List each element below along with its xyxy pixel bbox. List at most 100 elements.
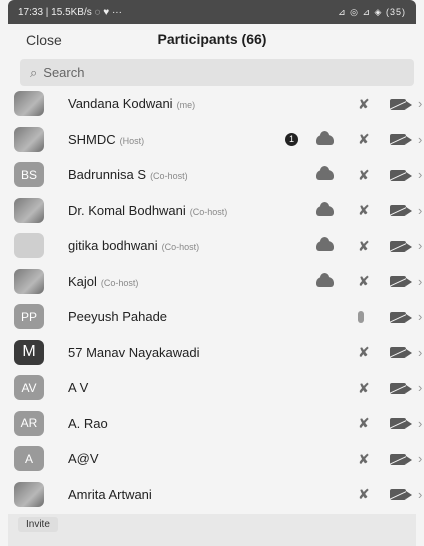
page-title: Participants (66) — [157, 31, 267, 47]
chevron-right-icon[interactable]: › — [418, 309, 422, 324]
participant-name: SHMDC — [68, 131, 116, 147]
participant-row[interactable]: PP Peeyush Pahade › — [0, 300, 424, 335]
participant-name: Dr. Komal Bodhwani — [68, 202, 186, 218]
participant-role: (Co-host) — [161, 242, 200, 252]
chevron-right-icon[interactable]: › — [418, 238, 422, 253]
participant-name: Kajol — [68, 273, 97, 289]
camera-off-icon[interactable] — [390, 416, 412, 432]
participant-name-container: Dr. Komal Bodhwani (Co-host) — [68, 203, 227, 218]
participant-name: Vandana Kodwani — [68, 96, 173, 111]
microphone-muted-icon[interactable]: ✘ — [358, 486, 370, 503]
participant-name-container: Kajol (Co-host) — [68, 274, 138, 289]
participant-role: (Co-host) — [189, 206, 228, 217]
raised-hand-badge: 1 — [285, 132, 298, 146]
participant-row[interactable]: gitika bodhwani (Co-host) ✘ › — [0, 229, 424, 264]
avatar: A — [14, 446, 44, 471]
microphone-muted-icon[interactable]: ✘ — [358, 131, 370, 148]
camera-off-icon[interactable] — [390, 380, 412, 396]
chevron-right-icon[interactable]: › — [418, 274, 422, 289]
participant-name: Badrunnisa S — [68, 167, 147, 182]
bottom-bar: Invite — [8, 514, 416, 546]
participant-row[interactable]: Dr. Komal Bodhwani (Co-host) ✘ › — [0, 194, 424, 229]
chevron-right-icon[interactable]: › — [418, 487, 422, 502]
participant-name-container: Vandana Kodwani (me) — [68, 96, 195, 111]
participant-row[interactable]: AV A V ✘ › — [0, 371, 424, 406]
avatar: BS — [14, 162, 44, 187]
camera-off-icon[interactable] — [390, 345, 412, 361]
participant-role: (me) — [176, 100, 196, 110]
camera-off-icon[interactable] — [390, 309, 412, 325]
participant-name-container: SHMDC (Host) — [68, 132, 144, 147]
camera-off-icon[interactable] — [390, 487, 412, 503]
header: Close Participants (66) — [0, 24, 424, 56]
participant-name-container: A. Rao — [68, 416, 112, 431]
microphone-muted-icon[interactable]: ✘ — [358, 167, 370, 183]
avatar: AV — [14, 375, 44, 400]
search-placeholder: Search — [43, 65, 85, 80]
participant-name-container: 57 Manav Nayakawadi — [68, 345, 204, 360]
chevron-right-icon[interactable]: › — [418, 132, 422, 147]
participant-role: (Co-host) — [150, 171, 188, 181]
avatar: M — [14, 339, 44, 365]
camera-off-icon[interactable] — [390, 167, 412, 183]
participant-name-container: Amrita Artwani — [68, 487, 156, 502]
avatar — [14, 233, 44, 258]
participant-row[interactable]: Kajol (Co-host) ✘ › — [0, 265, 424, 300]
participant-row[interactable]: AR A. Rao ✘ › — [0, 407, 424, 442]
camera-off-icon[interactable] — [390, 132, 412, 148]
camera-off-icon[interactable] — [390, 274, 412, 290]
participant-name: A V — [68, 380, 89, 395]
participant-name: A@V — [68, 451, 99, 466]
participant-row[interactable]: BS Badrunnisa S (Co-host) ✘ › — [0, 158, 424, 193]
participant-name-container: gitika bodhwani (Co-host) — [68, 238, 199, 253]
participant-row[interactable]: A A@V ✘ › — [0, 442, 424, 477]
chevron-right-icon[interactable]: › — [418, 167, 422, 182]
participant-name: Amrita Artwani — [68, 486, 152, 502]
camera-off-icon[interactable] — [390, 203, 412, 219]
microphone-muted-icon[interactable]: ✘ — [358, 273, 370, 290]
participant-row[interactable]: SHMDC (Host) 1 ✘ › — [0, 123, 424, 158]
chevron-right-icon[interactable]: › — [418, 451, 422, 466]
chevron-right-icon[interactable]: › — [418, 203, 422, 218]
camera-off-icon[interactable] — [390, 238, 412, 254]
chevron-right-icon[interactable]: › — [418, 416, 422, 431]
participant-row[interactable]: Vandana Kodwani (me) ✘ › — [0, 87, 424, 122]
participant-name: A. Rao — [68, 415, 108, 431]
chevron-right-icon[interactable]: › — [418, 380, 422, 395]
microphone-muted-icon[interactable]: ✘ — [358, 380, 370, 396]
chevron-right-icon[interactable]: › — [418, 96, 422, 111]
avatar: PP — [14, 304, 44, 329]
status-bar-right: ⊿ ◎ ⊿ ◈ (35) — [338, 6, 406, 17]
avatar — [14, 197, 44, 223]
invite-button[interactable]: Invite — [18, 517, 58, 532]
participant-name: Peeyush Pahade — [68, 309, 168, 324]
chevron-right-icon[interactable]: › — [418, 345, 422, 360]
microphone-muted-icon[interactable]: ✘ — [358, 96, 370, 112]
avatar — [14, 268, 44, 294]
cloud-icon — [316, 272, 334, 290]
microphone-muted-icon[interactable]: ✘ — [358, 202, 370, 219]
cloud-icon — [316, 237, 334, 254]
microphone-muted-icon[interactable]: ✘ — [358, 238, 370, 254]
participant-row[interactable]: M 57 Manav Nayakawadi ✘ › — [0, 336, 424, 371]
participant-name: gitika bodhwani — [68, 238, 158, 253]
microphone-muted-icon[interactable]: ✘ — [358, 451, 370, 467]
participant-row[interactable]: Amrita Artwani ✘ › — [0, 478, 424, 513]
avatar — [14, 481, 44, 507]
participant-name-container: Peeyush Pahade — [68, 309, 171, 324]
microphone-muted-icon[interactable]: ✘ — [358, 415, 370, 432]
microphone-icon[interactable] — [358, 309, 364, 325]
cloud-icon — [316, 201, 334, 219]
participant-name-container: A V — [68, 380, 92, 395]
participant-role: (Host) — [119, 135, 145, 146]
avatar: AR — [14, 410, 44, 436]
participant-name-container: Badrunnisa S (Co-host) — [68, 167, 188, 182]
participant-role: (Co-host) — [100, 277, 139, 288]
camera-off-icon[interactable] — [390, 96, 412, 112]
microphone-muted-icon[interactable]: ✘ — [358, 344, 370, 361]
search-icon: ⌕ — [30, 64, 38, 80]
camera-off-icon[interactable] — [390, 451, 412, 467]
cloud-icon — [316, 130, 334, 148]
participant-name-container: A@V — [68, 451, 103, 466]
search-input[interactable]: ⌕ Search — [20, 59, 414, 86]
